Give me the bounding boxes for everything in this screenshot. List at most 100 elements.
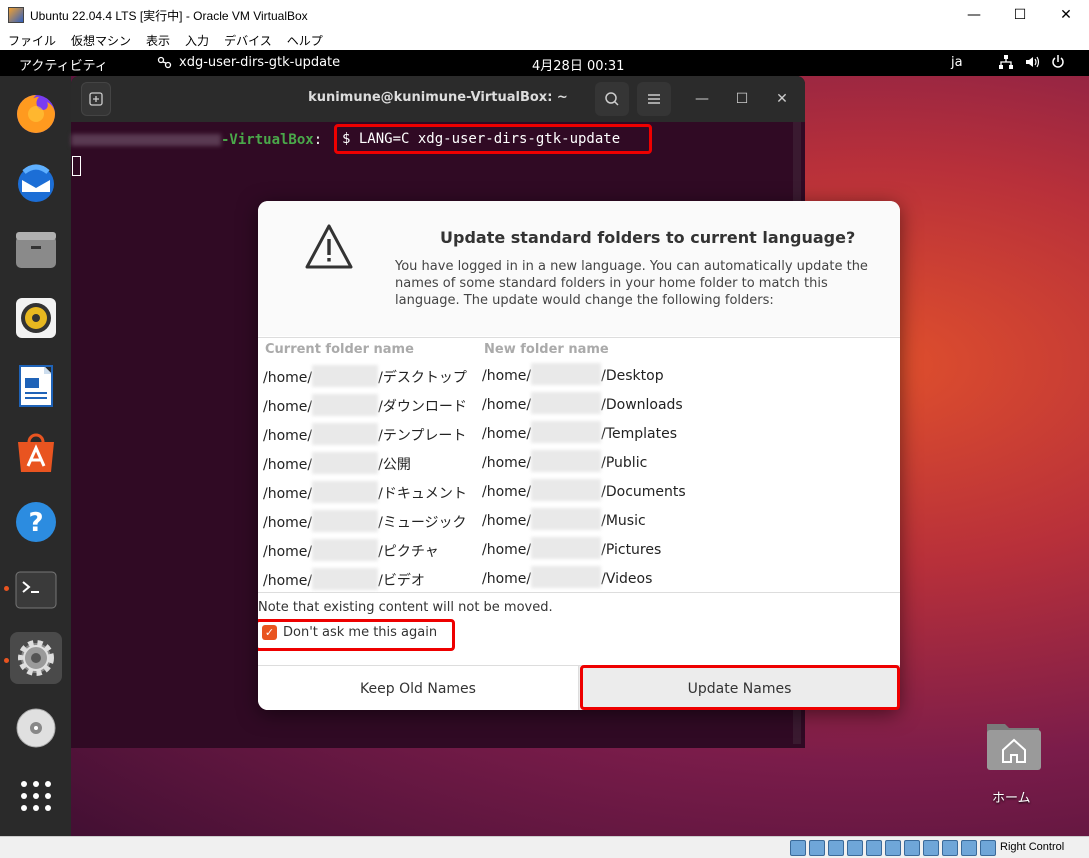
hdd-icon[interactable]: [790, 840, 806, 856]
update-button-highlight-box: [580, 665, 900, 710]
settings-icon[interactable]: [10, 632, 62, 684]
display-icon[interactable]: [904, 840, 920, 856]
table-row[interactable]: /home//ダウンロード/home//Downloads: [258, 390, 900, 419]
rhythmbox-icon[interactable]: [10, 292, 62, 344]
menu-file[interactable]: ファイル: [8, 32, 56, 49]
running-indicator: [4, 586, 9, 591]
redacted-username: [312, 452, 379, 474]
terminal-minimize-button[interactable]: —: [691, 88, 713, 110]
terminal-prompt-line: -VirtualBox:: [71, 132, 322, 150]
menu-machine[interactable]: 仮想マシン: [71, 32, 131, 49]
host-statusbar: Right Control: [0, 836, 1089, 858]
dialog-header: Update standard folders to current langu…: [258, 201, 900, 336]
app-grid-icon[interactable]: [10, 770, 62, 822]
host-window-title: Ubuntu 22.04.4 LTS [実行中] - Oracle VM Vir…: [30, 8, 308, 23]
host-menubar: ファイル 仮想マシン 表示 入力 デバイス ヘルプ: [0, 30, 1089, 50]
host-key-label: Right Control: [1000, 841, 1065, 853]
redacted-username: [312, 481, 379, 503]
terminal-search-button[interactable]: [595, 82, 629, 116]
maximize-button[interactable]: ☐: [997, 0, 1043, 30]
warning-icon: [305, 224, 353, 269]
menu-help[interactable]: ヘルプ: [287, 32, 323, 49]
app-menu[interactable]: xdg-user-dirs-gtk-update: [157, 55, 340, 70]
menu-input[interactable]: 入力: [185, 32, 209, 49]
clock[interactable]: 4月28日 00:31: [532, 55, 624, 74]
search-icon: [605, 92, 619, 106]
files-icon[interactable]: [10, 224, 62, 276]
recording-icon[interactable]: [923, 840, 939, 856]
home-folder-icon[interactable]: [983, 718, 1045, 774]
dock: ?: [0, 76, 71, 836]
terminal-menu-button[interactable]: [637, 82, 671, 116]
terminal-headerbar: kunimune@kunimune-VirtualBox: ~ — ☐ ✕: [71, 76, 805, 122]
system-tray[interactable]: [998, 54, 1066, 70]
prompt-host: -VirtualBox: [221, 132, 314, 148]
redacted-username: [531, 537, 602, 559]
volume-icon: [1026, 56, 1040, 68]
redacted-username: [531, 479, 602, 501]
close-button[interactable]: ✕: [1043, 0, 1089, 30]
input-language[interactable]: ja: [951, 55, 963, 70]
table-row[interactable]: /home//ビデオ/home//Videos: [258, 564, 900, 593]
app-gear-icon: [157, 56, 172, 68]
minimize-button[interactable]: —: [951, 0, 997, 30]
app-name: xdg-user-dirs-gtk-update: [179, 55, 341, 70]
col-current-folder[interactable]: Current folder name: [265, 342, 414, 357]
writer-icon[interactable]: [10, 360, 62, 412]
folders-table: /home//デスクトップ/home//Desktop /home//ダウンロー…: [258, 361, 900, 593]
keyboard-icon[interactable]: [980, 840, 996, 856]
thunderbird-icon[interactable]: [10, 156, 62, 208]
network-status-icon[interactable]: [847, 840, 863, 856]
table-row[interactable]: /home//デスクトップ/home//Desktop: [258, 361, 900, 390]
table-row[interactable]: /home//公開/home//Public: [258, 448, 900, 477]
gnome-topbar: アクティビティ xdg-user-dirs-gtk-update 4月28日 0…: [0, 50, 1089, 76]
dialog-heading: Update standard folders to current langu…: [440, 228, 856, 247]
keep-old-names-button[interactable]: Keep Old Names: [258, 666, 579, 710]
redacted-username: [531, 421, 602, 443]
svg-text:?: ?: [28, 508, 43, 538]
shared-folder-icon[interactable]: [885, 840, 901, 856]
virtualbox-icon: [8, 7, 24, 23]
network-icon: [999, 55, 1013, 69]
prompt-separator: :: [313, 132, 323, 148]
mouse-integration-icon[interactable]: [961, 840, 977, 856]
status-device-icons: [790, 840, 996, 856]
usb-icon[interactable]: [866, 840, 882, 856]
help-icon[interactable]: ?: [10, 496, 62, 548]
hamburger-icon: [648, 94, 660, 104]
redacted-username: [531, 363, 602, 385]
checkbox-highlight-box: [258, 619, 455, 651]
terminal-maximize-button[interactable]: ☐: [731, 88, 753, 110]
col-new-folder[interactable]: New folder name: [484, 342, 609, 357]
redacted-username: [312, 539, 379, 561]
redacted-username: [312, 423, 379, 445]
table-row[interactable]: /home//ドキュメント/home//Documents: [258, 477, 900, 506]
window-controls: — ☐ ✕: [951, 0, 1089, 30]
redacted-username: [312, 365, 379, 387]
firefox-icon[interactable]: [10, 88, 62, 140]
menu-devices[interactable]: デバイス: [224, 32, 272, 49]
menu-view[interactable]: 表示: [146, 32, 170, 49]
audio-icon[interactable]: [828, 840, 844, 856]
redacted-username: [312, 568, 379, 590]
table-row[interactable]: /home//テンプレート/home//Templates: [258, 419, 900, 448]
activities-button[interactable]: アクティビティ: [19, 55, 108, 74]
redacted-username: [531, 392, 602, 414]
terminal-icon[interactable]: [10, 564, 62, 616]
dialog-body: You have logged in in a new language. Yo…: [395, 259, 868, 308]
table-row[interactable]: /home//ピクチャ/home//Pictures: [258, 535, 900, 564]
redacted-username: [312, 510, 379, 532]
software-icon[interactable]: [10, 428, 62, 480]
update-folders-dialog: Update standard folders to current langu…: [258, 201, 900, 710]
folders-table-header: Current folder name New folder name: [258, 337, 900, 361]
running-indicator: [4, 658, 9, 663]
terminal-close-button[interactable]: ✕: [771, 88, 793, 110]
redacted-username: [312, 394, 379, 416]
dvd-icon[interactable]: [10, 702, 62, 754]
redacted-username: [531, 508, 602, 530]
redacted-username: [531, 450, 602, 472]
optical-icon[interactable]: [809, 840, 825, 856]
table-row[interactable]: /home//ミュージック/home//Music: [258, 506, 900, 535]
home-folder-label[interactable]: ホーム: [992, 787, 1031, 806]
cpu-icon[interactable]: [942, 840, 958, 856]
